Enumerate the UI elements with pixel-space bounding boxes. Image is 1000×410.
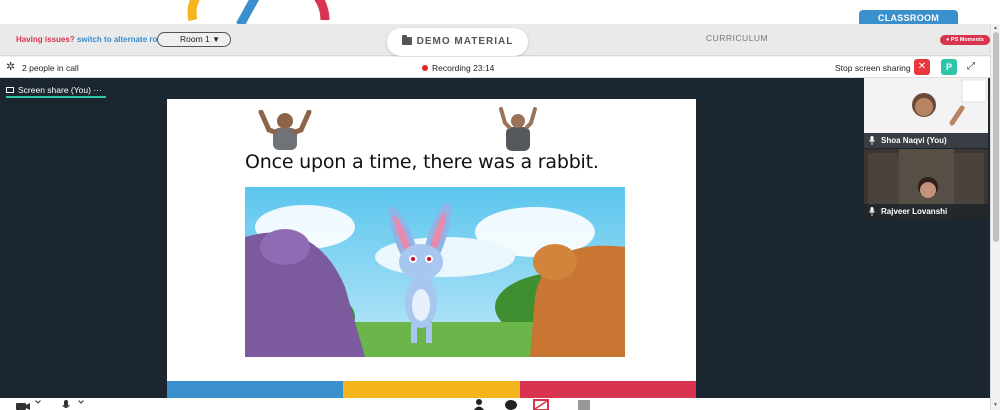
participant-name: Shoa Naqvi (You) xyxy=(881,136,947,145)
participant-badge[interactable]: P xyxy=(941,59,957,75)
recording-time: 23:14 xyxy=(473,63,495,73)
call-bar: ✲ 2 people in call Recording 23:14 Stop … xyxy=(0,57,990,78)
page-scrollbar[interactable]: ▲ ▼ xyxy=(990,24,1000,410)
monitor-icon xyxy=(6,87,14,93)
participant-tile[interactable]: Rajveer Lovanshi xyxy=(864,149,988,219)
screen-share-off-icon[interactable] xyxy=(533,399,549,410)
app-bar: Having issues? switch to alternate room … xyxy=(0,24,990,56)
slide-text: Once upon a time, there was a rabbit. xyxy=(245,151,599,173)
issues-question: Having issues? xyxy=(16,35,75,44)
person-icon[interactable] xyxy=(474,399,484,410)
caret-down-icon: ▼ xyxy=(212,35,220,44)
microphone-options-chevron-icon[interactable] xyxy=(78,400,84,404)
recording-status: Recording 23:14 xyxy=(422,63,494,73)
shared-slide: Once upon a time, there was a rabbit. xyxy=(167,99,696,399)
people-count: 2 people in call xyxy=(22,63,79,73)
brand-logo-icon xyxy=(187,0,330,24)
stop-sharing-button[interactable]: ✕ xyxy=(914,59,930,75)
folder-icon xyxy=(401,35,412,45)
mic-icon xyxy=(869,207,875,216)
ps-moments-button[interactable]: ● PS Moments xyxy=(940,35,990,45)
color-segment-red xyxy=(519,381,696,399)
participant-name-bar: Shoa Naqvi (You) xyxy=(864,133,988,148)
screen-share-tab[interactable]: Screen share (You) ··· xyxy=(6,82,106,98)
presenter-image-left xyxy=(258,110,312,150)
issues-notice: Having issues? switch to alternate room xyxy=(16,35,169,44)
scroll-up-icon[interactable]: ▲ xyxy=(993,25,998,31)
expand-icon[interactable]: ⤢ xyxy=(963,59,979,75)
bottom-toolbar xyxy=(0,398,990,410)
video-stage: Screen share (You) ··· Once upon a time,… xyxy=(0,78,990,410)
microphone-icon[interactable] xyxy=(62,400,70,410)
stop-sharing-label[interactable]: Stop screen sharing xyxy=(835,63,911,73)
chat-icon[interactable] xyxy=(505,400,517,410)
mic-icon xyxy=(869,136,875,145)
scrollbar-thumb[interactable] xyxy=(993,32,999,242)
color-segment-yellow xyxy=(343,381,520,399)
rabbit-illustration xyxy=(245,187,625,357)
more-options-icon[interactable]: ··· xyxy=(93,85,102,95)
scroll-down-icon[interactable]: ▼ xyxy=(993,402,998,408)
participant-name-bar: Rajveer Lovanshi xyxy=(864,204,988,219)
participant-tile[interactable]: Shoa Naqvi (You) xyxy=(864,78,988,148)
slide-color-bar xyxy=(167,381,696,399)
participant-name: Rajveer Lovanshi xyxy=(881,207,948,216)
demo-material-label: DEMO MATERIAL xyxy=(416,36,514,47)
presenter-image-right xyxy=(499,107,537,151)
demo-material-button[interactable]: DEMO MATERIAL xyxy=(387,28,528,56)
gear-icon[interactable]: ✲ xyxy=(6,61,15,73)
room-select-value: Room 1 xyxy=(180,34,210,44)
recording-dot-icon xyxy=(422,65,428,71)
curriculum-tab[interactable]: CURRICULUM xyxy=(706,33,768,43)
switch-room-link[interactable]: switch to alternate room xyxy=(77,35,169,44)
color-segment-blue xyxy=(167,381,344,399)
app-root: CLASSROOM Having issues? switch to alter… xyxy=(0,0,1000,410)
whiteboard-icon[interactable] xyxy=(578,400,590,410)
camera-options-chevron-icon[interactable] xyxy=(35,400,41,404)
classroom-tab[interactable]: CLASSROOM xyxy=(859,10,958,24)
top-strip: CLASSROOM xyxy=(0,0,1000,24)
recording-label: Recording xyxy=(432,63,471,73)
screen-share-label: Screen share (You) xyxy=(18,85,91,95)
moments-icon: ● xyxy=(946,37,950,43)
room-select[interactable]: Room 1 ▼ xyxy=(157,32,231,47)
camera-icon[interactable] xyxy=(16,401,32,410)
moments-label: PS Moments xyxy=(950,37,984,43)
